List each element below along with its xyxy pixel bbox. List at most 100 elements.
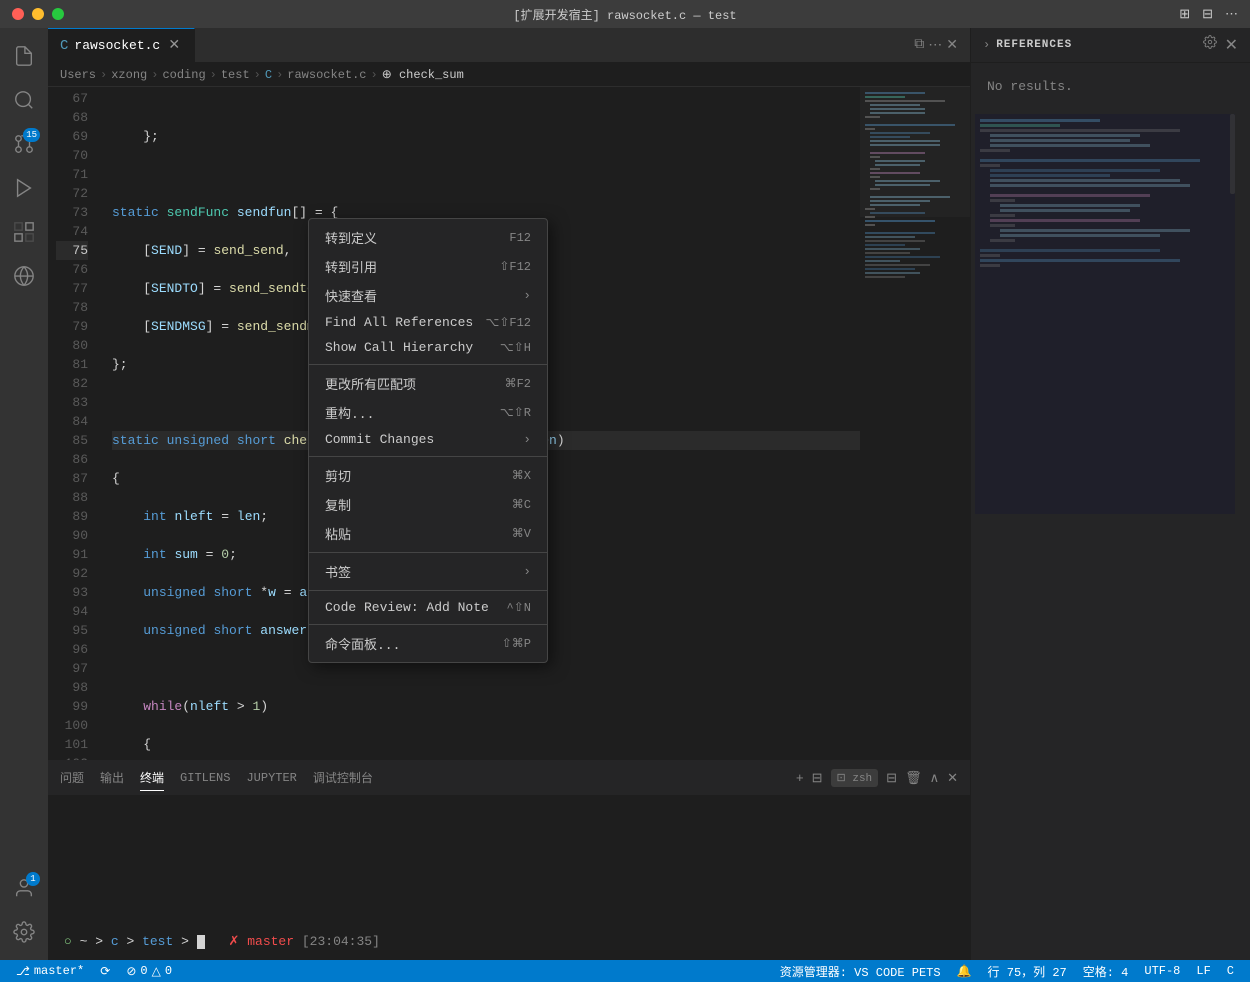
error-icon: ⊘: [126, 964, 136, 979]
status-pets-label: 资源管理器: VS CODE PETS: [780, 963, 941, 980]
sidebar-item-search[interactable]: [4, 80, 44, 120]
split-terminal-icon[interactable]: ⊟: [812, 771, 823, 786]
layout-icon[interactable]: ⊞: [1179, 7, 1190, 22]
accounts-badge: 1: [26, 872, 40, 886]
sidebar-item-settings[interactable]: [4, 912, 44, 952]
tab-terminal[interactable]: 终端: [140, 765, 164, 791]
main-layout: 15: [0, 28, 1250, 960]
status-errors[interactable]: ⊘ 0 △ 0: [118, 960, 180, 982]
terminal-trash-icon[interactable]: 🗑: [905, 771, 922, 786]
close-button[interactable]: [12, 8, 24, 20]
tab-close-button[interactable]: ✕: [166, 38, 182, 54]
split-icon[interactable]: ⊟: [1202, 7, 1213, 22]
tab-output[interactable]: 输出: [100, 765, 124, 791]
menu-item-code-review[interactable]: Code Review: Add Note ^⇧N: [309, 595, 547, 620]
terminal-chevron-up-icon[interactable]: ∧: [930, 771, 940, 786]
status-line-ending[interactable]: LF: [1188, 960, 1218, 982]
menu-item-quick-peek[interactable]: 快速查看 ›: [309, 281, 547, 310]
menu-item-commit-changes[interactable]: Commit Changes ›: [309, 427, 547, 452]
sync-icon: ⟳: [100, 964, 110, 979]
menu-label-rename-all: 更改所有匹配项: [325, 374, 416, 393]
tab-jupyter[interactable]: JUPYTER: [246, 767, 296, 790]
menu-item-goto-references[interactable]: 转到引用 ⇧F12: [309, 252, 547, 281]
status-spaces-label: 空格: 4: [1083, 963, 1129, 980]
status-branch[interactable]: ⎇ master*: [8, 960, 92, 982]
menu-item-copy[interactable]: 复制 ⌘C: [309, 490, 547, 519]
menu-label-goto-references: 转到引用: [325, 257, 377, 276]
maximize-button[interactable]: [52, 8, 64, 20]
menu-item-cut[interactable]: 剪切 ⌘X: [309, 461, 547, 490]
git-branch-icon: ⎇: [16, 964, 30, 979]
editor-tab-rawsocket[interactable]: C rawsocket.c ✕: [48, 28, 195, 63]
status-notification[interactable]: 🔔: [949, 960, 980, 982]
menu-item-rename-all[interactable]: 更改所有匹配项 ⌘F2: [309, 369, 547, 398]
tab-problems[interactable]: 问题: [60, 765, 84, 791]
split-editor-icon[interactable]: ⧉: [914, 37, 924, 53]
context-menu: 转到定义 F12 转到引用 ⇧F12 快速查看 › Find All Refer…: [308, 218, 548, 663]
status-language[interactable]: C: [1219, 960, 1242, 982]
minimize-button[interactable]: [32, 8, 44, 20]
panel-close-icon[interactable]: ✕: [1225, 35, 1238, 55]
sidebar-item-accounts[interactable]: 1: [4, 868, 44, 908]
breadcrumb-coding[interactable]: coding: [162, 68, 205, 82]
tab-gitlens[interactable]: GITLENS: [180, 767, 230, 790]
menu-label-cut: 剪切: [325, 466, 351, 485]
status-encoding[interactable]: UTF-8: [1136, 960, 1188, 982]
terminal-layout-icon[interactable]: ⊟: [886, 771, 897, 786]
status-pets[interactable]: 资源管理器: VS CODE PETS: [772, 960, 949, 982]
menu-item-refactor[interactable]: 重构... ⌥⇧R: [309, 398, 547, 427]
terminal-git-branch: ✗ master: [229, 934, 295, 949]
breadcrumb-users[interactable]: Users: [60, 68, 96, 82]
sidebar-item-files[interactable]: [4, 36, 44, 76]
menu-shortcut-paste: ⌘V: [512, 526, 531, 541]
menu-item-find-all-refs[interactable]: Find All References ⌥⇧F12: [309, 310, 547, 335]
menu-item-paste[interactable]: 粘贴 ⌘V: [309, 519, 547, 548]
menu-shortcut-refactor: ⌥⇧R: [500, 405, 531, 420]
menu-label-goto-definition: 转到定义: [325, 228, 377, 247]
panel-expand-icon[interactable]: ›: [983, 38, 990, 52]
breadcrumb-function[interactable]: ⊕ check_sum: [382, 67, 464, 82]
sidebar-item-remote[interactable]: [4, 256, 44, 296]
status-spaces[interactable]: 空格: 4: [1075, 960, 1137, 982]
menu-label-quick-peek: 快速查看: [325, 286, 377, 305]
sidebar-item-extensions[interactable]: [4, 212, 44, 252]
menu-item-bookmark[interactable]: 书签 ›: [309, 557, 547, 586]
panel-minimap: [971, 110, 1250, 960]
status-position[interactable]: 行 75，列 27: [980, 960, 1075, 982]
terminal-close-icon[interactable]: ✕: [947, 771, 958, 786]
titlebar: [扩展开发宿主] rawsocket.c — test ⊞ ⊟ ⋯: [0, 0, 1250, 28]
panel-content: No results.: [971, 63, 1250, 110]
breadcrumb-test[interactable]: test: [221, 68, 250, 82]
warning-icon: △: [152, 964, 161, 979]
terminal-separator-1: >: [95, 934, 111, 949]
menu-separator-4: [309, 590, 547, 591]
menu-item-goto-definition[interactable]: 转到定义 F12: [309, 223, 547, 252]
menu-item-call-hierarchy[interactable]: Show Call Hierarchy ⌥⇧H: [309, 335, 547, 360]
references-panel: › REFERENCES ✕ No results.: [970, 28, 1250, 960]
panel-settings-icon[interactable]: [1203, 35, 1217, 55]
menu-label-find-all-refs: Find All References: [325, 315, 473, 330]
status-line-ending-label: LF: [1196, 964, 1210, 978]
terminal-content[interactable]: ○ ~ > c > test > ✗ master [23:04:35]: [48, 796, 970, 960]
sidebar-item-git[interactable]: 15: [4, 124, 44, 164]
more-actions-icon[interactable]: ⋯: [928, 37, 942, 54]
activity-bottom: 1: [4, 868, 44, 960]
new-terminal-icon[interactable]: +: [796, 771, 804, 786]
menu-shortcut-code-review: ^⇧N: [507, 600, 531, 615]
menu-shortcut-rename-all: ⌘F2: [505, 376, 531, 391]
breadcrumb-xzong[interactable]: xzong: [111, 68, 147, 82]
tab-bar-actions: ⧉ ⋯ ✕: [914, 37, 970, 54]
close-panel-icon[interactable]: ✕: [946, 37, 958, 54]
breadcrumb-lang[interactable]: C: [265, 68, 272, 82]
terminal-shell-label: ⊡ zsh: [831, 769, 879, 787]
menu-item-command-palette[interactable]: 命令面板... ⇧⌘P: [309, 629, 547, 658]
bottom-tab-actions: + ⊟ ⊡ zsh ⊟ 🗑 ∧ ✕: [796, 769, 958, 787]
editor-body: 6768697071 72737475 7677787980 818283848…: [48, 87, 970, 760]
status-sync[interactable]: ⟳: [92, 960, 118, 982]
more-icon[interactable]: ⋯: [1225, 7, 1238, 22]
sidebar-item-debug[interactable]: [4, 168, 44, 208]
breadcrumb-file[interactable]: rawsocket.c: [287, 68, 366, 82]
tab-debug-console[interactable]: 调试控制台: [313, 765, 373, 791]
notification-icon: 🔔: [957, 964, 972, 979]
submenu-arrow-icon: ›: [523, 288, 531, 303]
